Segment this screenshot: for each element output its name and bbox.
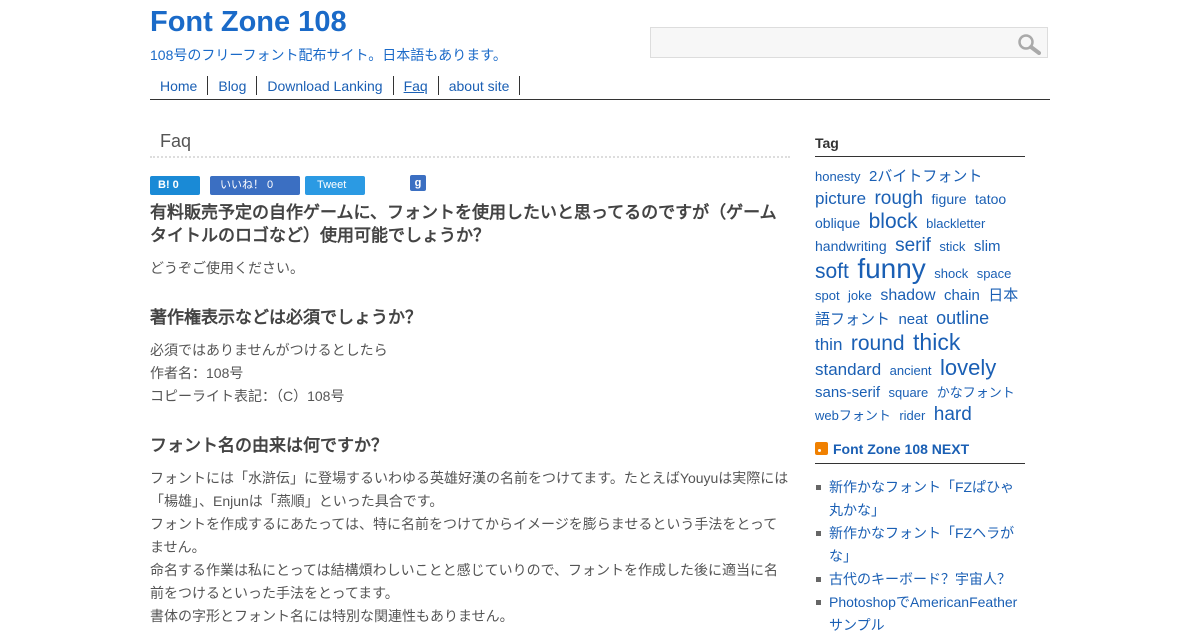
tag-link[interactable]: ancient	[890, 363, 932, 378]
faq-question: 著作権表示などは必須でしょうか？	[150, 308, 422, 327]
tag-link[interactable]: blackletter	[926, 216, 985, 231]
faq-answer-line: どうぞご使用ください。	[150, 260, 304, 276]
rss-list: 新作かなフォント「FZぱひゃ丸かな」 新作かなフォント「FZヘラがな」 古代のキーボ…	[815, 476, 1027, 637]
faq-answer-line: 必須ではありませんがつけるとしたら	[150, 342, 388, 358]
rss-icon[interactable]	[815, 442, 828, 455]
tag-link[interactable]: shock	[934, 266, 968, 281]
faq-question: 有料販売予定の自作ゲームに、フォントを使用したいと思ってるのですが（ゲームタイト…	[150, 203, 777, 245]
tag-link[interactable]: picture	[815, 189, 866, 208]
tag-link[interactable]: stick	[939, 239, 965, 254]
tag-link[interactable]: rough	[874, 188, 923, 209]
tag-link[interactable]: standard	[815, 360, 881, 379]
tag-link[interactable]: outline	[936, 308, 989, 328]
facebook-like-button[interactable]: いいね！ 0	[210, 176, 300, 195]
tag-link[interactable]: tatoo	[975, 191, 1006, 207]
tag-link[interactable]: space	[977, 266, 1012, 281]
tag-link[interactable]: chain	[944, 287, 980, 304]
faq-content: 有料販売予定の自作ゲームに、フォントを使用したいと思ってるのですが（ゲームタイト…	[150, 201, 790, 628]
tag-link[interactable]: spot	[815, 288, 840, 303]
hatena-bookmark-button[interactable]: B! 0	[150, 176, 200, 195]
tag-link[interactable]: round	[851, 332, 905, 355]
tag-link[interactable]: square	[888, 385, 928, 400]
tag-link[interactable]: thin	[815, 335, 842, 354]
tag-cloud: honesty 2バイトフォント picture rough figure ta…	[815, 166, 1027, 427]
nav-about[interactable]: about site	[439, 76, 521, 95]
page-title: Faq	[150, 131, 790, 158]
tag-link[interactable]: slim	[974, 238, 1001, 255]
tag-link[interactable]: joke	[848, 288, 872, 303]
tag-link[interactable]: かなフォント	[937, 385, 1015, 400]
tag-link[interactable]: 2バイトフォント	[869, 168, 982, 185]
site-description: 108号のフリーフォント配布サイト。日本語もあります。	[150, 47, 507, 63]
rss-item[interactable]: 新作かなフォント「FZヘラがな」	[815, 522, 1027, 568]
tag-link[interactable]: rider	[899, 408, 925, 423]
tag-link[interactable]: thick	[913, 329, 960, 355]
rss-heading-label[interactable]: Font Zone 108 NEXT	[833, 441, 969, 457]
faq-answer-line: 作者名：108号	[150, 365, 244, 381]
tag-link[interactable]: sans-serif	[815, 384, 880, 401]
main-nav: Home Blog Download Lanking Faq about sit…	[150, 76, 1050, 100]
search-icon[interactable]	[1017, 33, 1041, 55]
faq-answer-line: フォントには「水滸伝」に登場するいわゆる英雄好漢の名前をつけてます。たとえばYo…	[150, 470, 789, 509]
faq-answer-line: フォントを作成するにあたっては、特に名前をつけてからイメージを膨らませるという手…	[150, 516, 778, 555]
tag-link[interactable]: handwriting	[815, 238, 887, 254]
tweet-button[interactable]: Tweet	[305, 176, 365, 195]
tag-link[interactable]: lovely	[940, 355, 996, 380]
faq-answer-line: 書体の字形とフォント名には特別な関連性もありません。	[150, 608, 514, 624]
nav-faq[interactable]: Faq	[394, 76, 439, 95]
site-title[interactable]: Font Zone 108	[150, 6, 347, 39]
tag-link[interactable]: shadow	[880, 287, 935, 304]
tag-link[interactable]: block	[869, 210, 918, 233]
search-box[interactable]	[650, 27, 1048, 58]
rss-heading[interactable]: Font Zone 108 NEXT	[815, 441, 1025, 464]
google-plus-button[interactable]: g	[410, 175, 426, 191]
tag-link[interactable]: figure	[932, 191, 967, 207]
tag-heading: Tag	[815, 135, 1025, 157]
tag-link[interactable]: neat	[898, 311, 927, 328]
rss-item[interactable]: 新作かなフォント「FZぱひゃ丸かな」	[815, 476, 1027, 522]
nav-blog[interactable]: Blog	[208, 76, 258, 95]
faq-answer-line: 命名する作業は私にとっては結構煩わしいことと感じていりので、フォントを作成した後…	[150, 562, 779, 601]
faq-question: フォント名の由来は何ですか？	[150, 436, 388, 455]
tag-link[interactable]: oblique	[815, 215, 860, 231]
rss-item[interactable]: 古代のキーボード？宇宙人？	[815, 568, 1027, 591]
tag-link[interactable]: funny	[857, 253, 926, 284]
tag-link[interactable]: hard	[934, 404, 972, 425]
tag-link[interactable]: webフォント	[815, 408, 891, 423]
faq-answer-line: コピーライト表記：（C）108号	[150, 388, 345, 404]
rss-item[interactable]: PhotoshopでAmericanFeatherサンプル	[815, 591, 1027, 637]
tag-link[interactable]: honesty	[815, 169, 861, 184]
nav-download-ranking[interactable]: Download Lanking	[257, 76, 394, 95]
nav-home[interactable]: Home	[150, 76, 209, 95]
tag-link[interactable]: soft	[815, 260, 849, 283]
